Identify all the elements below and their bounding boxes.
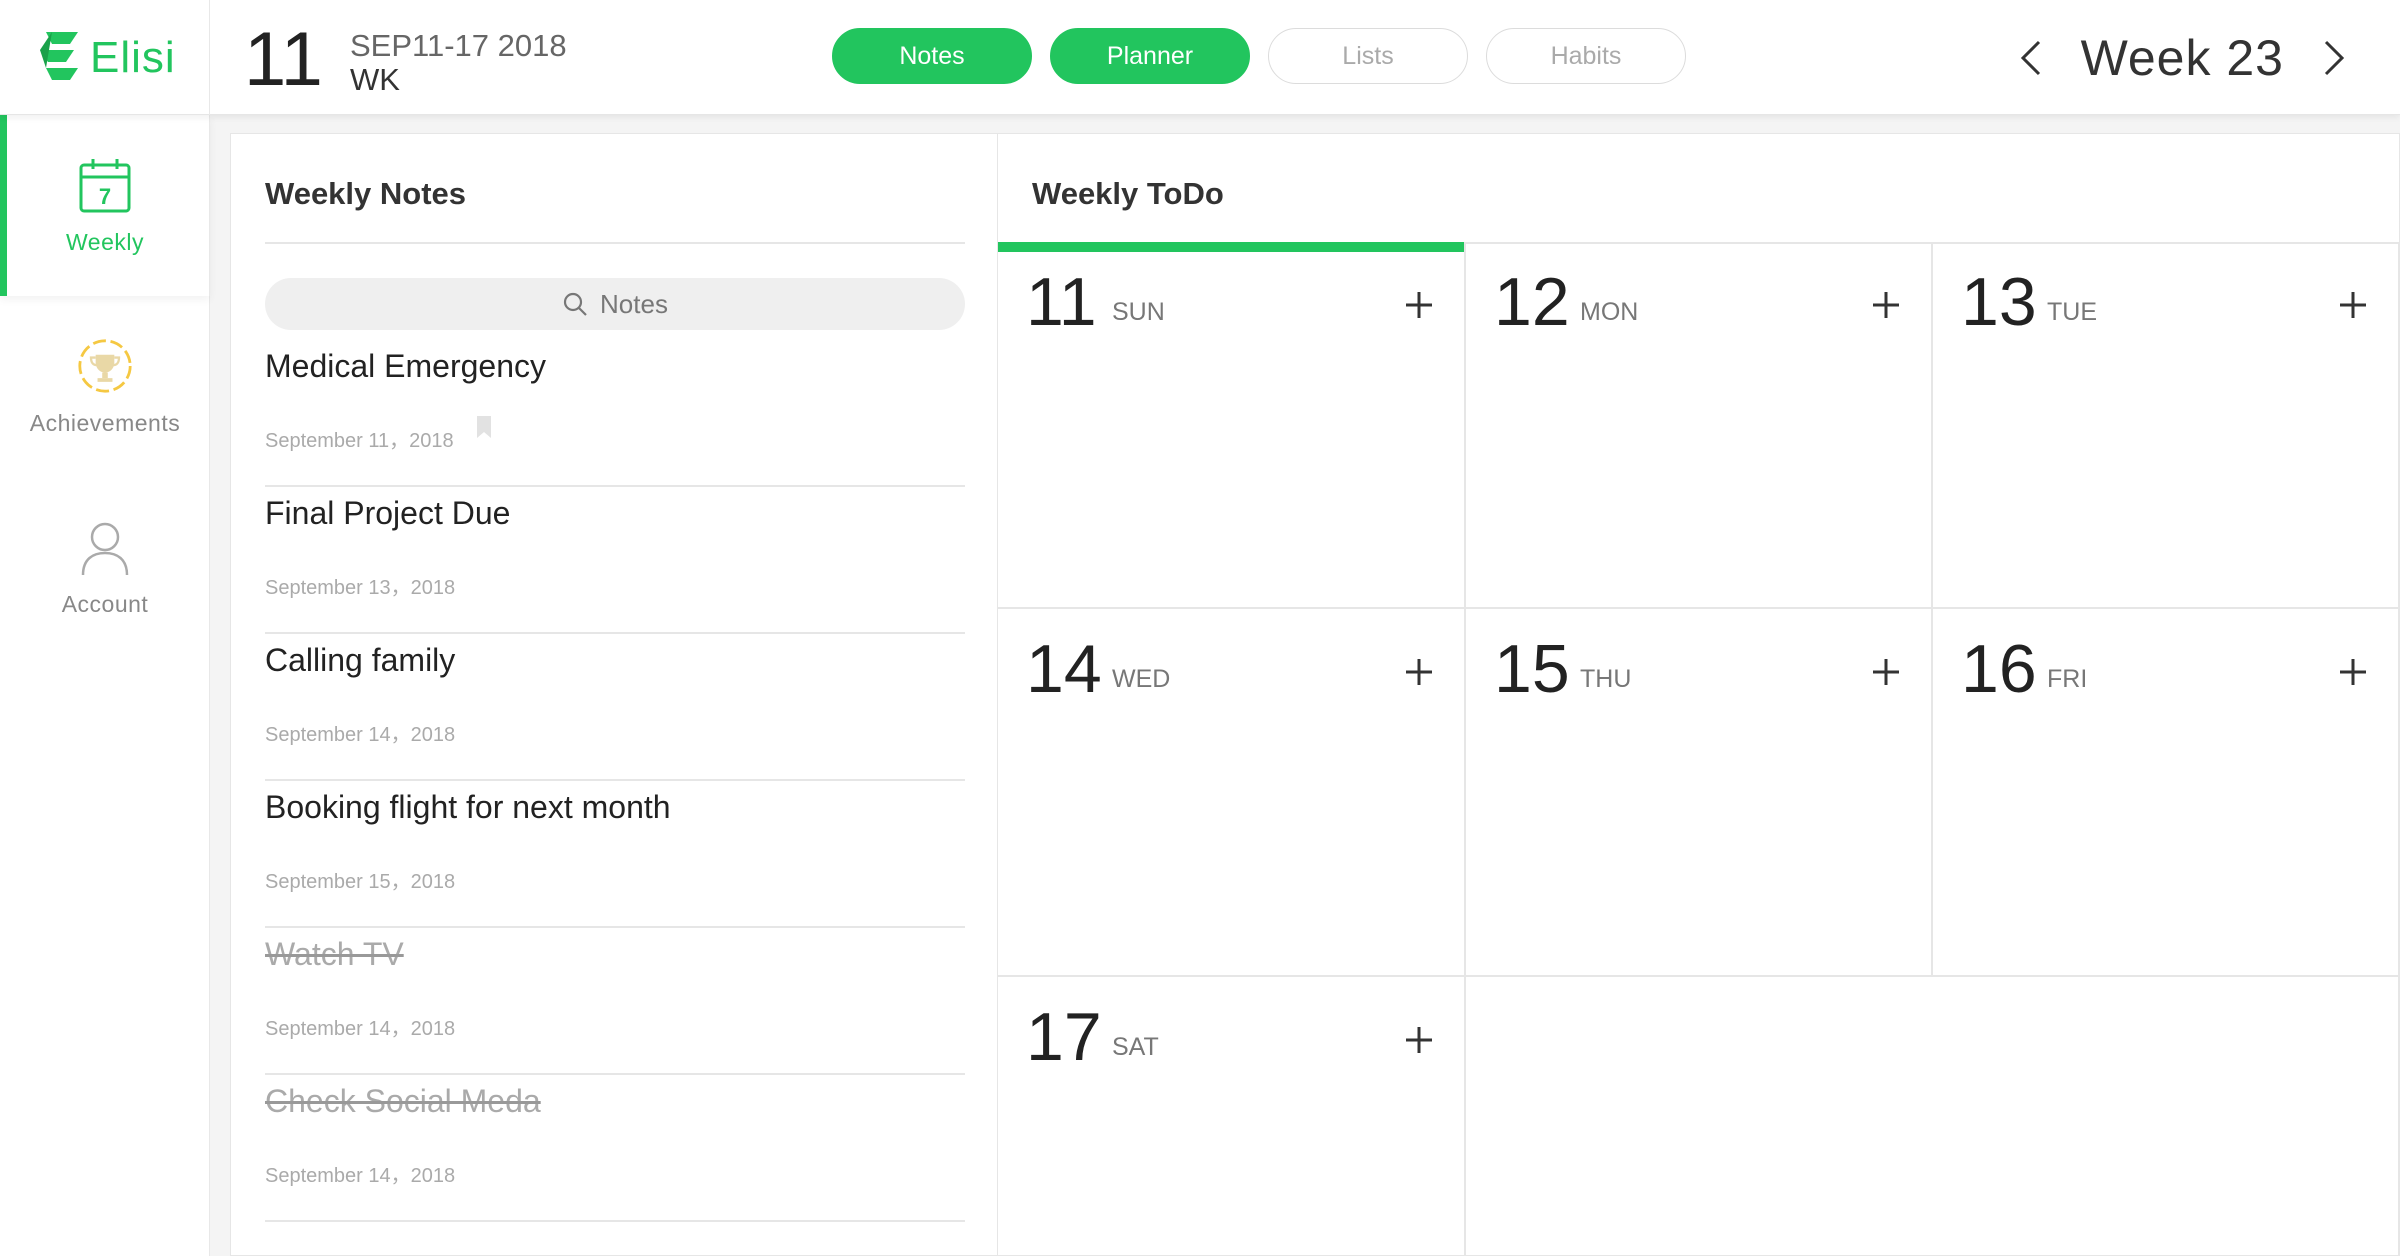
search-icon bbox=[563, 292, 587, 316]
top-bar: Elisi 11 SEP11-17 2018 WK Notes Planner … bbox=[0, 0, 2400, 115]
week-label: Week 23 bbox=[2080, 29, 2284, 86]
current-date-day: 11 bbox=[244, 17, 323, 102]
note-item[interactable]: Final Project Due September 13，2018 bbox=[265, 487, 965, 634]
add-todo-button[interactable] bbox=[2336, 288, 2370, 322]
note-title: Check Social Meda bbox=[265, 1083, 541, 1119]
sidebar-item-weekly[interactable]: 7 Weekly bbox=[0, 115, 210, 296]
day-cell-mon[interactable]: 12 MON bbox=[1466, 242, 1933, 609]
day-name: MON bbox=[1580, 298, 1639, 326]
sidebar-item-label: Achievements bbox=[29, 410, 181, 436]
note-date: September 11，2018 bbox=[265, 430, 454, 452]
add-todo-button[interactable] bbox=[2336, 655, 2370, 689]
tab-lists[interactable]: Lists bbox=[1268, 28, 1468, 84]
note-item[interactable]: Booking flight for next month September … bbox=[265, 781, 965, 928]
note-item[interactable]: Calling family September 14，2018 bbox=[265, 634, 965, 781]
note-title: Medical Emergency bbox=[265, 348, 546, 384]
section-title: Weekly ToDo bbox=[1032, 176, 1224, 211]
weekly-todo-section: Weekly ToDo 11 SUN 12 MON 13 TUE 14 WED bbox=[998, 134, 2400, 1256]
week-navigator: Week 23 bbox=[2013, 0, 2400, 115]
day-cell-wed[interactable]: 14 WED bbox=[998, 609, 1466, 977]
tab-planner[interactable]: Planner bbox=[1050, 28, 1250, 84]
note-title: Calling family bbox=[265, 642, 456, 678]
divider bbox=[265, 242, 965, 244]
day-name: SUN bbox=[1112, 298, 1165, 326]
add-todo-button[interactable] bbox=[1402, 288, 1436, 322]
svg-text:7: 7 bbox=[99, 184, 111, 209]
day-number: 17 bbox=[1026, 999, 1102, 1075]
add-todo-button[interactable] bbox=[1869, 288, 1903, 322]
day-number: 12 bbox=[1494, 264, 1570, 340]
notes-list: Medical Emergency September 11，2018 Fina… bbox=[265, 340, 965, 1222]
date-range: SEP11-17 2018 bbox=[350, 28, 567, 63]
date-unit: WK bbox=[350, 62, 400, 97]
note-date: September 15，2018 bbox=[265, 871, 456, 893]
chevron-right-icon[interactable] bbox=[2312, 38, 2352, 78]
note-date: September 13，2018 bbox=[265, 577, 456, 599]
search-placeholder: Notes bbox=[600, 288, 668, 319]
week-grid: 11 SUN 12 MON 13 TUE 14 WED 15 THU 16 FR… bbox=[998, 242, 2400, 1256]
day-number: 14 bbox=[1026, 631, 1102, 707]
app-name: Elisi bbox=[90, 32, 176, 82]
note-date: September 14，2018 bbox=[265, 1165, 456, 1187]
tab-habits[interactable]: Habits bbox=[1486, 28, 1686, 84]
day-number: 11 bbox=[1026, 264, 1097, 340]
day-cell-tue[interactable]: 13 TUE bbox=[1933, 242, 2400, 609]
calendar-icon: 7 bbox=[79, 159, 131, 213]
note-item-completed[interactable]: Watch TV September 14，2018 bbox=[265, 928, 965, 1075]
sidebar-item-achievements[interactable]: Achievements bbox=[0, 296, 210, 477]
add-todo-button[interactable] bbox=[1402, 655, 1436, 689]
main-panel: Weekly Notes Notes Medical Emergency Sep… bbox=[230, 133, 2400, 1256]
day-name: FRI bbox=[2047, 665, 2088, 693]
day-cell-sun[interactable]: 11 SUN bbox=[998, 242, 1466, 609]
sidebar-item-label: Weekly bbox=[66, 229, 144, 255]
day-number: 16 bbox=[1961, 631, 2037, 707]
note-title: Watch TV bbox=[265, 936, 404, 972]
day-cell-thu[interactable]: 15 THU bbox=[1466, 609, 1933, 977]
tab-notes[interactable]: Notes bbox=[832, 28, 1032, 84]
empty-cell bbox=[1466, 977, 2400, 1256]
day-cell-fri[interactable]: 16 FRI bbox=[1933, 609, 2400, 977]
day-number: 13 bbox=[1961, 264, 2037, 340]
sidebar-item-account[interactable]: Account bbox=[0, 477, 210, 658]
day-name: THU bbox=[1580, 665, 1632, 693]
chevron-left-icon[interactable] bbox=[2013, 38, 2053, 78]
day-number: 15 bbox=[1494, 631, 1570, 707]
note-title: Booking flight for next month bbox=[265, 789, 671, 825]
section-title: Weekly Notes bbox=[265, 176, 467, 211]
elisi-logo-icon bbox=[40, 31, 78, 80]
brand[interactable]: Elisi bbox=[0, 0, 210, 115]
bookmark-icon[interactable] bbox=[475, 416, 493, 440]
day-name: SAT bbox=[1112, 1033, 1159, 1061]
note-item[interactable]: Medical Emergency September 11，2018 bbox=[265, 340, 965, 487]
notes-search-input[interactable]: Notes bbox=[265, 278, 965, 330]
add-todo-button[interactable] bbox=[1402, 1023, 1436, 1057]
note-item-completed[interactable]: Check Social Meda September 14，2018 bbox=[265, 1075, 965, 1222]
sidebar-item-label: Account bbox=[61, 591, 149, 617]
note-date: September 14，2018 bbox=[265, 724, 456, 746]
add-todo-button[interactable] bbox=[1869, 655, 1903, 689]
note-date: September 14，2018 bbox=[265, 1018, 456, 1040]
trophy-icon bbox=[78, 339, 132, 393]
sidebar: 7 Weekly Achievements Account bbox=[0, 115, 210, 1256]
day-name: WED bbox=[1112, 665, 1171, 693]
weekly-notes-section: Weekly Notes Notes Medical Emergency Sep… bbox=[231, 134, 998, 1256]
note-title: Final Project Due bbox=[265, 495, 511, 531]
day-cell-sat[interactable]: 17 SAT bbox=[998, 977, 1466, 1256]
user-icon bbox=[81, 522, 129, 576]
view-tabs: Notes Planner Lists Habits bbox=[832, 28, 1686, 84]
day-name: TUE bbox=[2047, 298, 2097, 326]
